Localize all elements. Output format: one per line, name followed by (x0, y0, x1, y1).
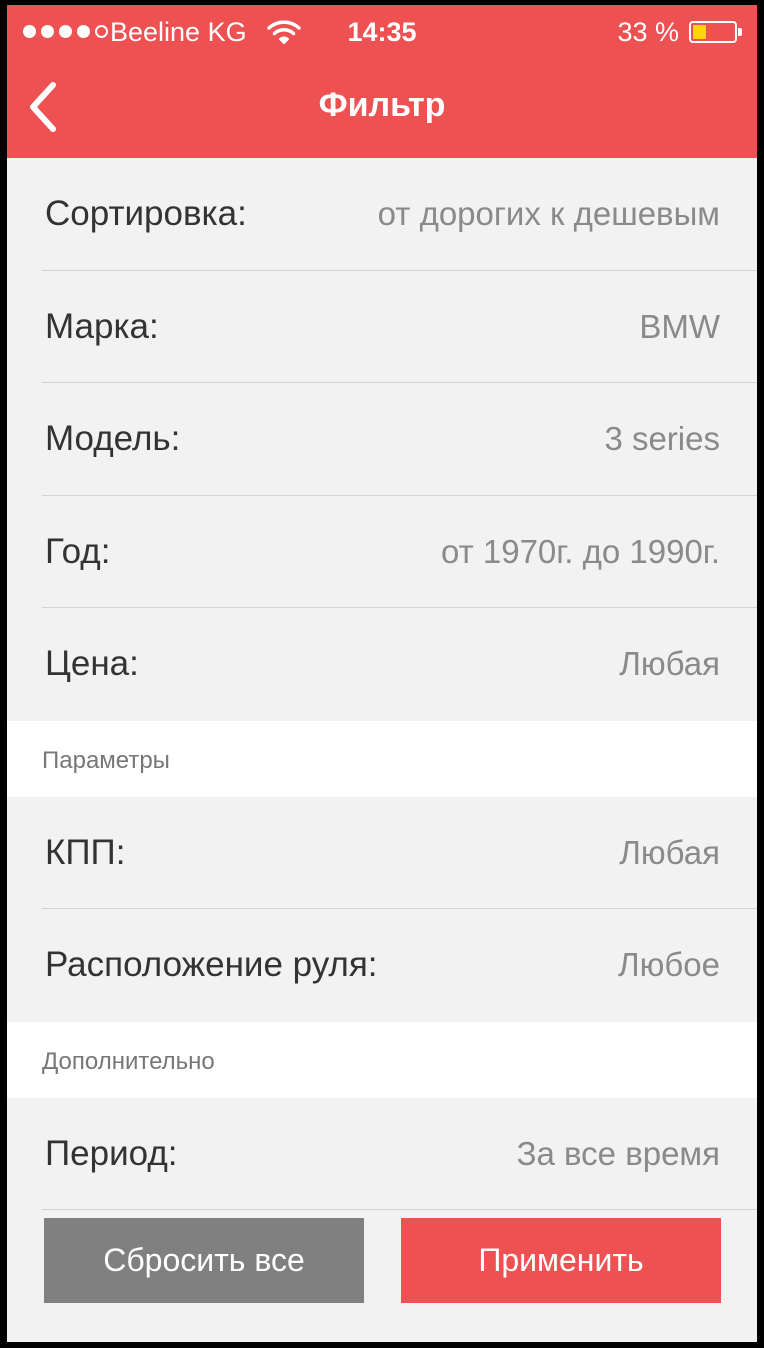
filter-value: от дорогих к дешевым (377, 195, 720, 232)
status-bar: Beeline KG 14:35 33 % (7, 5, 757, 59)
battery-level (693, 25, 706, 39)
filter-value: Любая (619, 833, 720, 871)
nav-header: Beeline KG 14:35 33 % Фильтр (7, 5, 757, 158)
filter-label: Период: (45, 1133, 178, 1173)
reset-all-button[interactable]: Сбросить все (44, 1218, 364, 1303)
phone-screen: Beeline KG 14:35 33 % Фильтр Сортировка:… (7, 5, 757, 1342)
filter-label: Год: (45, 531, 111, 571)
row-divider (42, 1209, 757, 1210)
filter-value: от 1970г. до 1990г. (440, 532, 720, 570)
filter-label: КПП: (45, 832, 126, 872)
filter-row-brand[interactable]: Марка: BMW (7, 270, 757, 383)
filter-label: Марка: (45, 306, 159, 346)
section-title: Параметры (42, 746, 170, 774)
section-header-additional: Дополнительно (7, 1021, 757, 1098)
battery-tip (738, 28, 742, 36)
page-title: Фильтр (318, 86, 446, 124)
battery-icon (689, 21, 737, 43)
filter-row-model[interactable]: Модель: 3 series (7, 383, 757, 496)
filter-label: Расположение руля: (45, 945, 378, 984)
filter-value: 3 series (604, 420, 720, 457)
filter-value: Любое (617, 946, 720, 983)
filter-label: Сортировка: (45, 194, 247, 233)
filter-value: Любая (619, 645, 720, 682)
filter-list: Сортировка: от дорогих к дешевым Марка: … (7, 158, 757, 1210)
section-title: Дополнительно (42, 1047, 215, 1075)
filter-row-steering[interactable]: Расположение руля: Любое (7, 909, 757, 1022)
filter-row-price[interactable]: Цена: Любая (7, 608, 757, 721)
filter-row-sort[interactable]: Сортировка: от дорогих к дешевым (7, 158, 757, 271)
filter-value: За все время (516, 1134, 720, 1172)
filter-label: Модель: (45, 419, 181, 458)
filter-row-period[interactable]: Период: За все время (7, 1097, 757, 1210)
filter-value: BMW (639, 307, 720, 345)
section-header-parameters: Параметры (7, 720, 757, 797)
filter-row-year[interactable]: Год: от 1970г. до 1990г. (7, 495, 757, 608)
apply-button[interactable]: Применить (401, 1218, 721, 1303)
filter-row-transmission[interactable]: КПП: Любая (7, 796, 757, 909)
battery-percent: 33 % (617, 17, 679, 47)
filter-label: Цена: (45, 644, 139, 683)
